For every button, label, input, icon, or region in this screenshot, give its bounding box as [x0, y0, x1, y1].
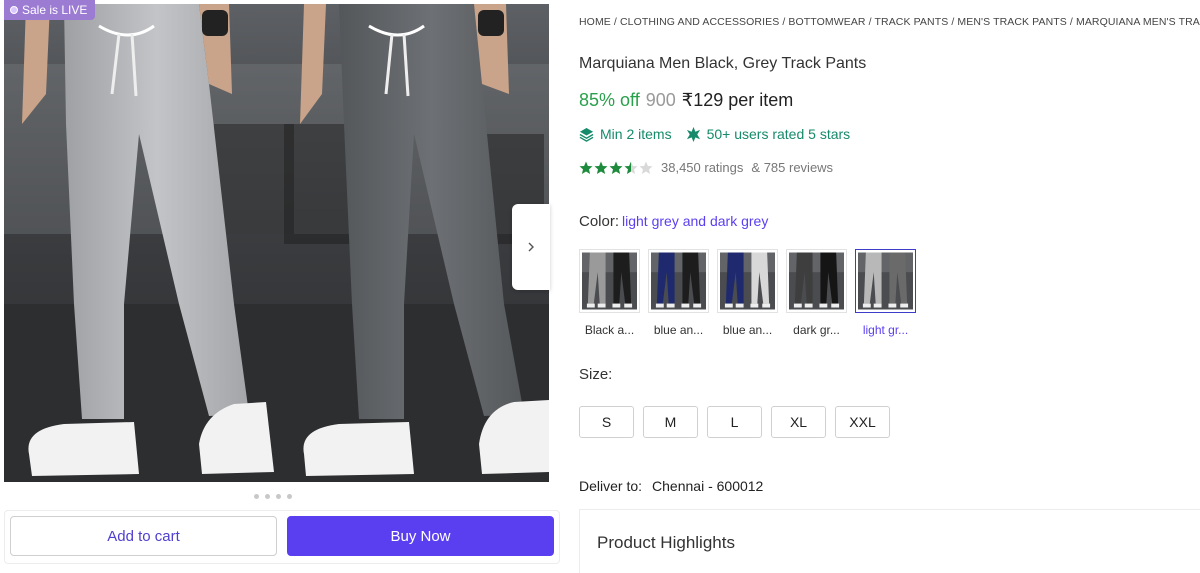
size-option-button[interactable]: XL — [771, 406, 826, 438]
discount-percent: 85% off — [579, 90, 640, 110]
swatch-pants-image — [720, 252, 775, 310]
swatch-thumbnail — [855, 249, 916, 313]
color-swatches: Black a... blue an... blue an... dark gr...… — [579, 249, 916, 337]
ratings-count[interactable]: 38,450 ratings — [661, 160, 743, 175]
size-options: S M L XL XXL — [579, 406, 890, 438]
star-icon — [594, 161, 608, 174]
product-highlights-header: Product Highlights — [579, 509, 1200, 573]
breadcrumb-item[interactable]: TRACK PANTS — [875, 16, 949, 28]
star-icon — [609, 161, 623, 174]
breadcrumb-item[interactable]: HOME — [579, 16, 611, 28]
rated-label: 50+ users rated 5 stars — [706, 126, 851, 142]
breadcrumb: HOME / CLOTHING AND ACCESSORIES / BOTTOM… — [579, 16, 1200, 28]
reviews-count[interactable]: & 785 reviews — [751, 160, 833, 175]
price-row: 85% off 900 ₹129 per item — [579, 90, 793, 111]
product-photo — [4, 4, 549, 482]
buy-now-button[interactable]: Buy Now — [287, 516, 554, 556]
product-image[interactable] — [4, 4, 549, 482]
product-title: Marquiana Men Black, Grey Track Pants — [579, 55, 867, 72]
swatch-pants-image — [858, 252, 913, 310]
star-icon — [639, 161, 653, 174]
live-dot-icon — [10, 6, 18, 14]
rating-row: 38,450 ratings & 785 reviews — [579, 160, 833, 175]
size-label: Size: — [579, 366, 613, 383]
min-items-label: Min 2 items — [600, 126, 672, 142]
color-swatch[interactable]: light gr... — [855, 249, 916, 337]
perks-row: Min 2 items 50+ users rated 5 stars — [579, 126, 850, 142]
color-swatch[interactable]: dark gr... — [786, 249, 847, 337]
original-price: 900 — [645, 90, 676, 110]
purchase-actions: Add to cart Buy Now — [4, 510, 560, 564]
sale-price: ₹129 per item — [681, 90, 794, 110]
highlights-title: Product Highlights — [597, 533, 735, 552]
add-to-cart-button[interactable]: Add to cart — [10, 516, 277, 556]
color-swatch[interactable]: Black a... — [579, 249, 640, 337]
swatch-label: Black a... — [584, 323, 635, 337]
star-rating — [579, 161, 653, 175]
star-burst-icon — [686, 126, 700, 142]
pagination-dot[interactable] — [265, 494, 270, 499]
product-gallery: Sale is LIVE Add to cart Buy Now — [0, 0, 565, 573]
swatch-thumbnail — [786, 249, 847, 313]
deliver-location[interactable]: Chennai - 600012 — [652, 478, 763, 494]
breadcrumb-item[interactable]: MARQUIANA MEN'S TRACK PANTS — [1076, 16, 1200, 28]
product-details: HOME / CLOTHING AND ACCESSORIES / BOTTOM… — [579, 0, 1200, 573]
breadcrumb-item[interactable]: BOTTOMWEAR — [788, 16, 865, 28]
swatch-label: blue an... — [722, 323, 773, 337]
image-pagination-dots — [254, 494, 292, 499]
breadcrumb-separator: / — [610, 16, 620, 28]
star-icon — [579, 161, 593, 174]
breadcrumb-item[interactable]: CLOTHING AND ACCESSORIES — [620, 16, 779, 28]
size-option-button[interactable]: XXL — [835, 406, 890, 438]
color-label: Color: — [579, 213, 620, 230]
breadcrumb-separator: / — [865, 16, 875, 28]
sale-badge-label: Sale is LIVE — [22, 3, 88, 17]
swatch-pants-image — [582, 252, 637, 310]
swatch-pants-image — [789, 252, 844, 310]
color-value: light grey and dark grey — [622, 213, 769, 229]
swatch-thumbnail — [648, 249, 709, 313]
pagination-dot[interactable] — [287, 494, 292, 499]
star-icon — [624, 161, 638, 174]
size-option-button[interactable]: M — [643, 406, 698, 438]
deliver-label: Deliver to: — [579, 478, 643, 494]
min-items-perk: Min 2 items — [579, 126, 672, 142]
next-image-button[interactable] — [512, 204, 550, 290]
pagination-dot[interactable] — [276, 494, 281, 499]
swatch-thumbnail — [717, 249, 778, 313]
swatch-pants-image — [651, 252, 706, 310]
sale-badge: Sale is LIVE — [4, 0, 96, 20]
deliver-to: Deliver to: Chennai - 600012 — [579, 478, 763, 494]
stack-layers-icon — [579, 127, 594, 142]
size-option-button[interactable]: L — [707, 406, 762, 438]
swatch-label: blue an... — [653, 323, 704, 337]
color-row: Color: light grey and dark grey — [579, 213, 768, 230]
swatch-thumbnail — [579, 249, 640, 313]
swatch-label: dark gr... — [793, 323, 840, 337]
chevron-right-icon — [528, 242, 534, 252]
rated-perk: 50+ users rated 5 stars — [686, 126, 851, 142]
breadcrumb-item[interactable]: MEN'S TRACK PANTS — [957, 16, 1067, 28]
pagination-dot[interactable] — [254, 494, 259, 499]
breadcrumb-separator: / — [1066, 16, 1076, 28]
size-option-button[interactable]: S — [579, 406, 634, 438]
color-swatch[interactable]: blue an... — [648, 249, 709, 337]
swatch-label: light gr... — [862, 323, 909, 337]
color-swatch[interactable]: blue an... — [717, 249, 778, 337]
